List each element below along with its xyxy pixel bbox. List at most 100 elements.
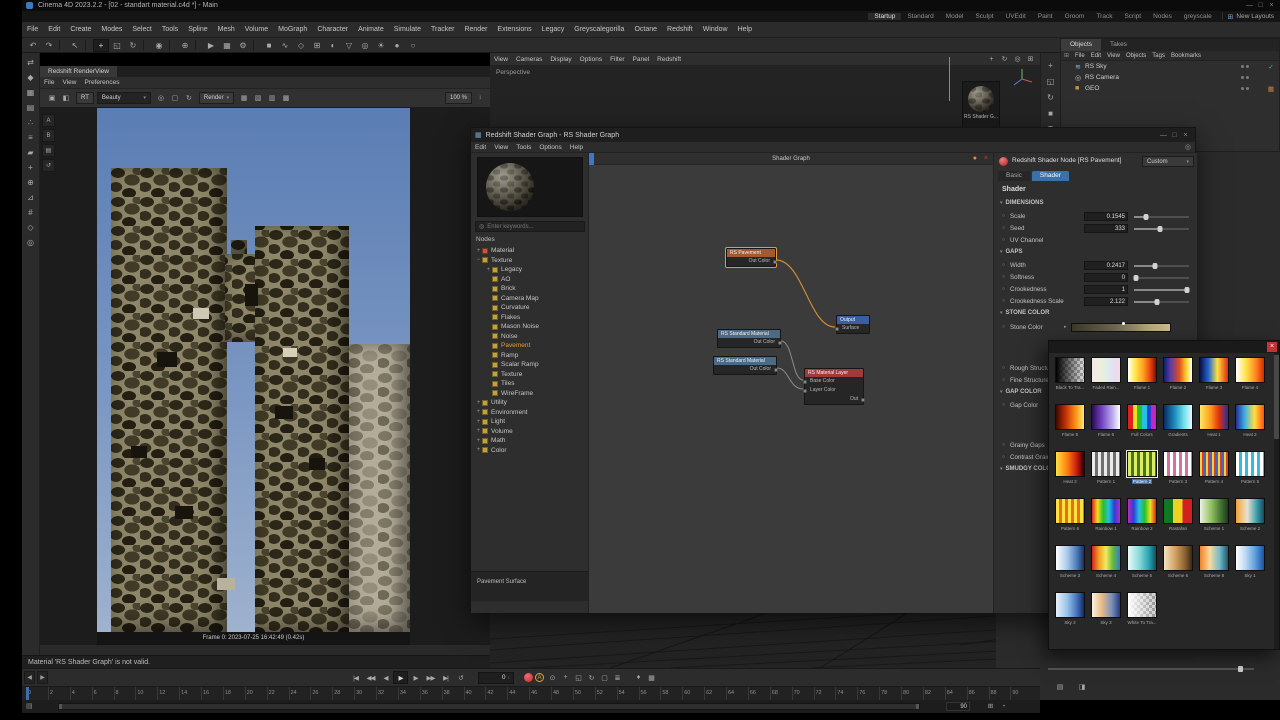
menu-item[interactable]: Tools xyxy=(157,26,183,33)
grid-tab-icon[interactable]: ◨ xyxy=(1074,680,1090,693)
marker-button[interactable]: ▦ xyxy=(645,671,658,684)
tree-item[interactable]: + Material xyxy=(473,246,586,255)
anim-dot[interactable]: ○ xyxy=(1002,225,1010,231)
shader-graph-window-button[interactable]: □ xyxy=(1169,132,1180,139)
tree-item[interactable]: Scalar Ramp xyxy=(473,360,586,369)
anim-dot[interactable]: ○ xyxy=(1002,402,1010,408)
tree-item[interactable]: Ramp xyxy=(473,351,586,360)
pan-icon[interactable]: + xyxy=(985,53,998,66)
playhead[interactable] xyxy=(26,687,29,701)
gradient-preset[interactable]: Full Colors xyxy=(1124,402,1160,449)
mograph-icon[interactable]: ⊞ xyxy=(309,39,325,52)
shader-graph-menu-item[interactable]: Edit xyxy=(471,144,490,151)
gradient-preset[interactable]: Flame 5 xyxy=(1052,402,1088,449)
renderview-tab[interactable]: Redshift RenderView xyxy=(40,66,117,77)
gradient-swatch[interactable] xyxy=(1127,357,1157,383)
tree-item-label[interactable]: Noise xyxy=(501,333,518,340)
tree-item[interactable]: + Math xyxy=(473,436,586,445)
gradient-preset[interactable]: Pattern 2 xyxy=(1124,449,1160,496)
tree-item-label[interactable]: Brick xyxy=(501,285,515,292)
shader-graph-menu-item[interactable]: Help xyxy=(566,144,587,151)
parameter-slider[interactable] xyxy=(1134,297,1189,306)
anim-dot[interactable]: ○ xyxy=(1002,442,1010,448)
tree-item[interactable]: Brick xyxy=(473,284,586,293)
render-button[interactable]: Render xyxy=(198,92,235,104)
new-layouts-button[interactable]: New Layouts xyxy=(1236,13,1274,20)
zoom-level-field[interactable]: 100 % xyxy=(444,92,472,104)
quantize-icon[interactable]: # xyxy=(22,205,40,220)
attribute-tab[interactable]: Basic xyxy=(998,171,1030,181)
parameter-value-field[interactable]: 0 xyxy=(1084,272,1128,282)
renderview-canvas[interactable]: A B ▤ ↺ Frame 0: 2023-07-25 16:42:49 (0.… xyxy=(40,108,490,645)
enable-axis-icon[interactable]: ⊕ xyxy=(22,175,40,190)
layout-tab[interactable]: UVEdit xyxy=(1000,13,1032,20)
parameter-slider[interactable] xyxy=(1134,285,1190,294)
port-dot[interactable] xyxy=(774,367,778,372)
gradient-swatch[interactable] xyxy=(1127,592,1157,618)
clay-mode-icon[interactable]: ▦ xyxy=(237,92,251,105)
gradient-swatch[interactable] xyxy=(1055,451,1085,477)
menu-item[interactable]: Animate xyxy=(353,26,389,33)
snapshot-a-icon[interactable]: A xyxy=(42,114,55,127)
tree-item-label[interactable]: Texture xyxy=(491,257,512,264)
anim-dot[interactable]: ○ xyxy=(1002,324,1010,330)
scale-icon[interactable]: ◱ xyxy=(109,39,125,52)
camera-lock-icon[interactable]: ◎ xyxy=(154,92,168,105)
gradient-preset[interactable]: Scheme 5 xyxy=(1124,543,1160,590)
gradient-preset[interactable]: Rainbow 2 xyxy=(1124,496,1160,543)
last-tool-icon[interactable]: ◉ xyxy=(151,39,167,52)
tree-item-label[interactable]: Camera Map xyxy=(501,295,539,302)
expander-icon[interactable]: + xyxy=(475,419,482,425)
gradient-preset[interactable]: Rainbow 1 xyxy=(1088,496,1124,543)
rotate-tool-icon[interactable]: ↻ xyxy=(1042,89,1060,105)
play-forwards-button[interactable]: ▶ xyxy=(393,671,408,684)
port-out-color[interactable]: Out Color xyxy=(714,365,778,374)
restart-render-icon[interactable]: ↻ xyxy=(182,92,196,105)
menu-item[interactable]: Extensions xyxy=(492,26,536,33)
viewport-menu-item[interactable]: Filter xyxy=(606,56,628,63)
gradient-preset[interactable]: Flame 2 xyxy=(1160,355,1196,402)
gradient-preset[interactable]: Sky 3 xyxy=(1088,590,1124,637)
tree-item-label[interactable]: Mason Noise xyxy=(501,323,539,330)
gradient-swatch[interactable] xyxy=(1199,498,1229,524)
viewport-menu-item[interactable]: Redshift xyxy=(653,56,685,63)
visibility-dots[interactable] xyxy=(1241,65,1249,68)
material-icon[interactable]: ● xyxy=(389,39,405,52)
shader-graph-menu-item[interactable]: Tools xyxy=(512,144,535,151)
timeline-scroll-right[interactable]: ▶ xyxy=(37,671,48,684)
expander-icon[interactable]: + xyxy=(475,428,482,434)
window-control-button[interactable]: × xyxy=(1266,2,1277,9)
gradient-swatch[interactable] xyxy=(1235,451,1265,477)
node-header[interactable]: RS Standard Material xyxy=(718,330,780,338)
separator[interactable] xyxy=(59,39,65,51)
shader-graph-window-button[interactable]: — xyxy=(1158,132,1169,139)
separator[interactable] xyxy=(195,39,201,51)
shader-graph-menu-item[interactable]: Options xyxy=(535,144,565,151)
gradient-preset[interactable]: Heat 3 xyxy=(1052,449,1088,496)
render-picture-viewer-icon[interactable]: ▦ xyxy=(219,39,235,52)
parameter-value-field[interactable]: 0.1545 xyxy=(1084,211,1128,221)
parameter-slider[interactable] xyxy=(1133,273,1189,282)
expander-icon[interactable]: + xyxy=(475,248,482,254)
gradient-preset[interactable]: Flame 1 xyxy=(1124,355,1160,402)
material-preview-tile[interactable]: RS Shader G... xyxy=(962,81,1000,131)
port-base-color[interactable]: Base Color xyxy=(803,377,863,386)
port-dot[interactable] xyxy=(861,397,865,402)
aov-icon[interactable]: ▥ xyxy=(265,92,279,105)
visibility-dots[interactable] xyxy=(1241,87,1249,90)
viewport-menu-item[interactable]: Display xyxy=(546,56,575,63)
tree-item[interactable]: Pavement xyxy=(473,341,586,350)
gradient-swatch[interactable] xyxy=(1235,545,1265,571)
tree-item-label[interactable]: Utility xyxy=(491,399,507,406)
section-dimensions[interactable]: DIMENSIONS xyxy=(994,197,1197,210)
gradient-swatch[interactable] xyxy=(1091,545,1121,571)
shader-graph-window-button[interactable]: × xyxy=(1180,132,1191,139)
tree-item[interactable]: + Light xyxy=(473,417,586,426)
record-pla-button[interactable]: ≣ xyxy=(611,671,624,684)
shader-graph-menu-item[interactable]: View xyxy=(490,144,512,151)
tree-item-label[interactable]: Volume xyxy=(491,428,513,435)
snapshot-icon[interactable]: ▣ xyxy=(45,92,59,105)
gradient-preset[interactable]: Scheme 4 xyxy=(1088,543,1124,590)
gradient-swatch[interactable] xyxy=(1055,498,1085,524)
region-render-icon[interactable]: ▢ xyxy=(168,92,182,105)
